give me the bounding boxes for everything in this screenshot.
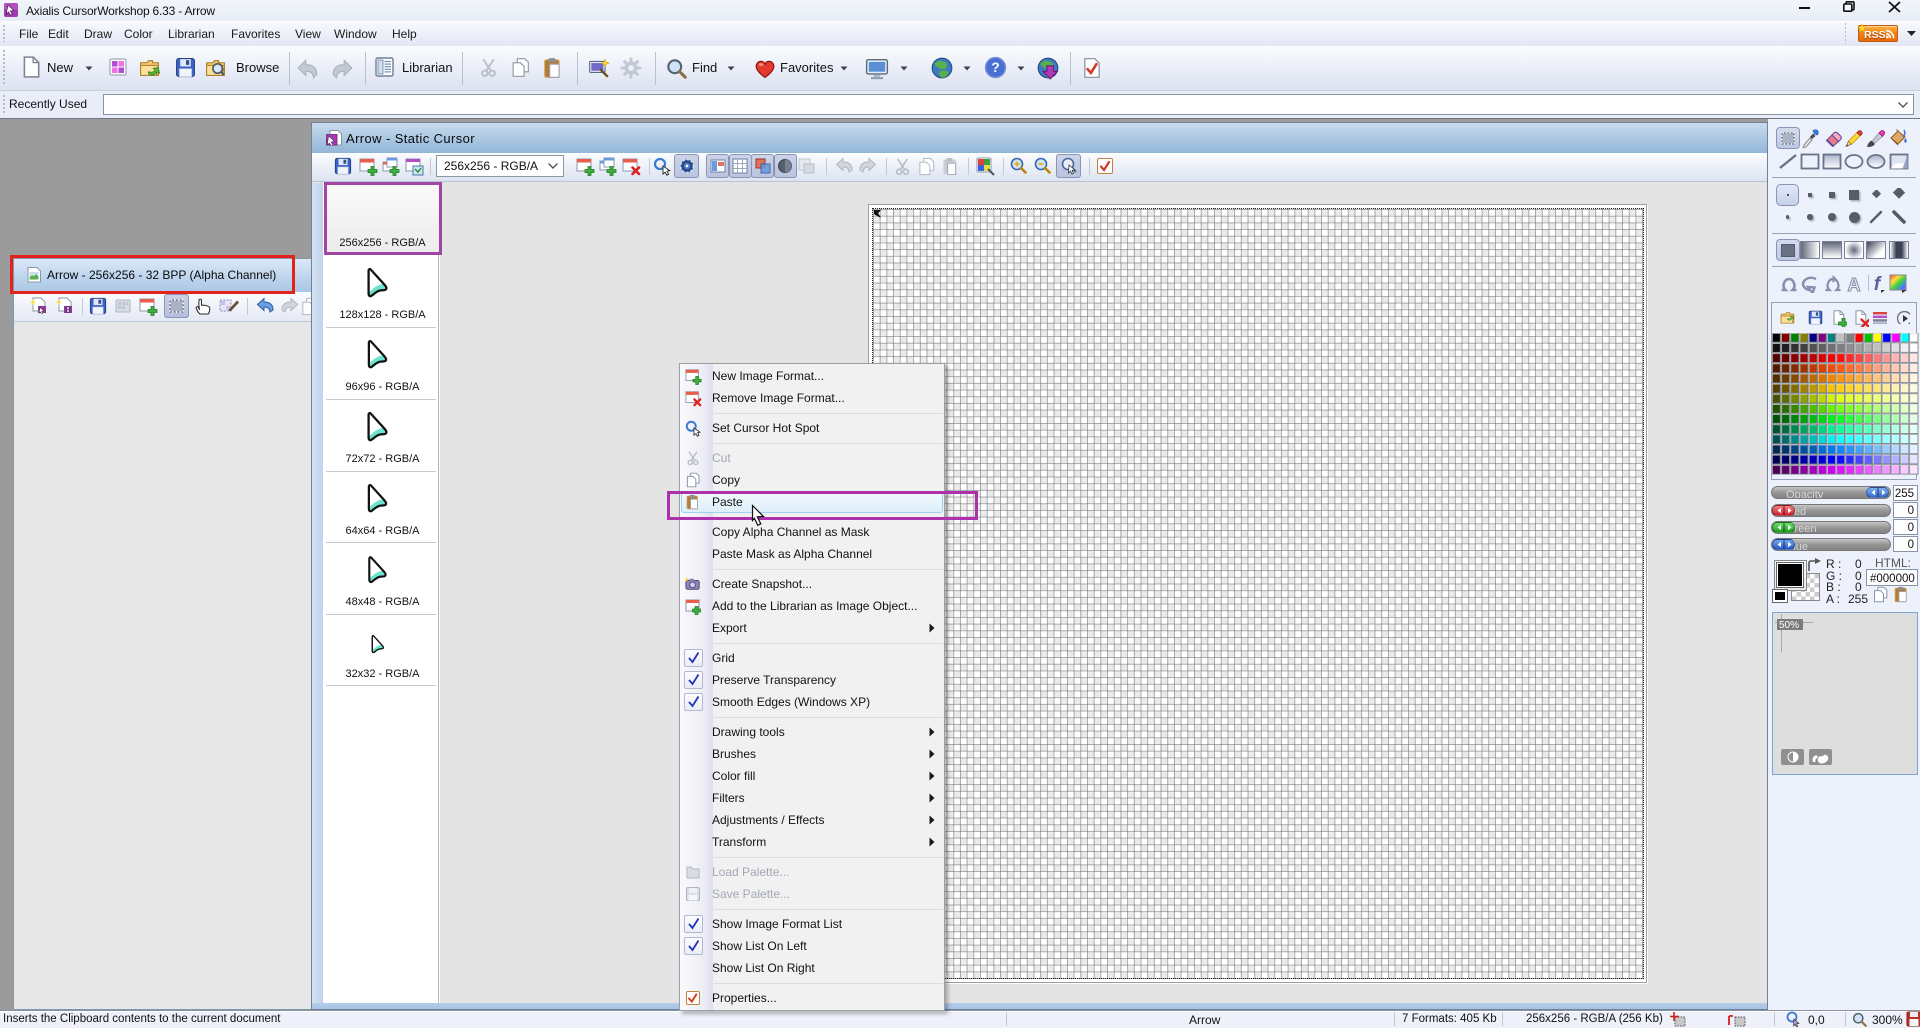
svg-text:f: f	[1874, 274, 1882, 293]
svg-text:A: A	[1848, 275, 1861, 293]
svg-text:?: ?	[991, 60, 999, 75]
